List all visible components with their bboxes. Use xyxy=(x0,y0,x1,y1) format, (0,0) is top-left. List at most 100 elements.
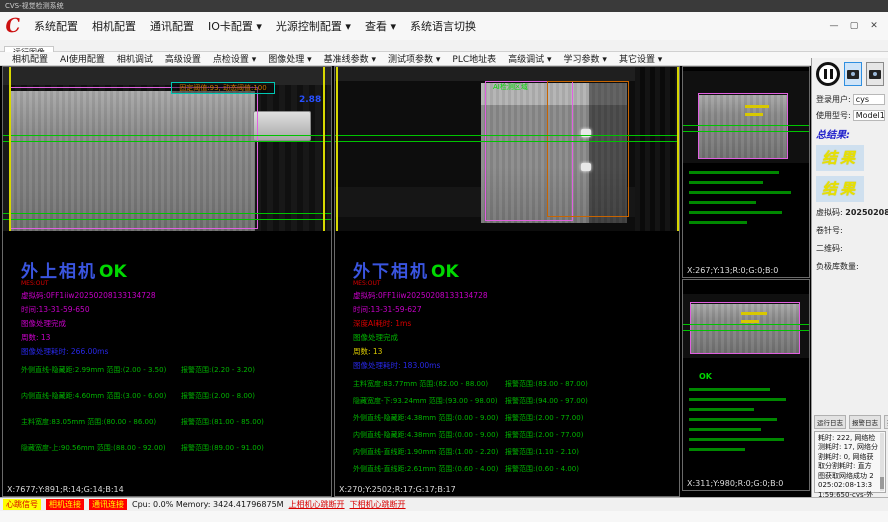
neg-count-row: 负极库数量: xyxy=(816,261,885,272)
roi-rect-pink xyxy=(10,87,258,229)
measurement-row: 外侧直线-隐藏距:2.99mm 范围:(2.00 - 3.50)报警范围:(2.… xyxy=(21,365,331,375)
roi-rect-orange xyxy=(547,81,629,217)
virtual-code-row: 虚拟码: 20250208 xyxy=(816,207,885,218)
menu-camera-config[interactable]: 相机配置 xyxy=(85,15,143,37)
camera-image-lower[interactable]: AI检测区域 xyxy=(335,67,679,231)
measurement-row: 隐藏宽度-下:93.24mm 范围:(93.00 - 98.00)报警范围:(9… xyxy=(353,396,679,406)
model-row: 使用型号: Model1 xyxy=(816,110,885,121)
threshold-overlay: 固定阈值:93, 动态阈值:100 xyxy=(171,82,275,94)
camera-title: 外下相机OK xyxy=(353,257,679,282)
measurement-row: 隐藏宽度-上:90.56mm 范围:(88.00 - 92.00)报警范围:(8… xyxy=(21,443,331,453)
status-ok: OK xyxy=(99,262,127,282)
tool-image-process[interactable]: 图像处理 ▾ xyxy=(262,52,317,65)
camera-icon xyxy=(869,70,881,79)
tab-alarm-log[interactable]: 报警日志 xyxy=(849,415,881,429)
right-sidebar: 登录用户: cys 使用型号: Model1 总结果: 结果 结果 虚拟码: 2… xyxy=(811,58,888,497)
tool-test-params[interactable]: 测试项参数 ▾ xyxy=(382,52,446,65)
menu-io-config[interactable]: IO卡配置 ▾ xyxy=(201,15,269,37)
result-block-upper: 外上相机OK MES:OUT 虚拟码:0FF1iiw20250208133134… xyxy=(3,231,331,469)
login-user-input[interactable]: cys xyxy=(853,94,885,105)
tool-plc-table[interactable]: PLC地址表 xyxy=(446,52,502,65)
camera-view-upper[interactable]: 固定阈值:93, 动态阈值:100 2.88 外上相机OK MES:OUT 虚拟… xyxy=(2,66,332,497)
camera-title: 外上相机OK xyxy=(21,257,331,282)
measurement-row: 内侧直线-隐藏距:4.60mm 范围:(3.00 - 6.00)报警范围:(2.… xyxy=(21,391,331,401)
camera-image-upper[interactable]: 固定阈值:93, 动态阈值:100 2.88 xyxy=(3,67,331,231)
app-window: CVS-视觉检测系统 C 系统配置 相机配置 通讯配置 IO卡配置 ▾ 光源控制… xyxy=(0,0,888,522)
upper-camera-heartbeat-link[interactable]: 上相机心跳断开 xyxy=(289,499,345,510)
pixel-coords-readout: X:311;Y:980;R:0;G:0;B:0 xyxy=(687,479,783,488)
count-line: 周数: 13 xyxy=(21,332,331,343)
camera-thumb-top[interactable]: X:267;Y:13;R:0;G:0;B:0 xyxy=(682,66,810,278)
menu-bar: C 系统配置 相机配置 通讯配置 IO卡配置 ▾ 光源控制配置 ▾ 查看 ▾ 系… xyxy=(0,12,888,40)
tool-ai-config[interactable]: AI使用配置 xyxy=(54,52,111,65)
status-bar: 心跳信号 相机连接 通讯连接 Cpu: 0.0% Memory: 3424.41… xyxy=(0,497,888,511)
tool-learn-params[interactable]: 学习参数 ▾ xyxy=(558,52,613,65)
measurement-row: 外侧直线-直线距:2.61mm 范围:(0.60 - 4.00)报警范围:(0.… xyxy=(353,464,679,474)
measurement-list: 外侧直线-隐藏距:2.99mm 范围:(2.00 - 3.50)报警范围:(2.… xyxy=(21,365,331,453)
camera-connect-badge: 相机连接 xyxy=(46,499,84,510)
thumb-ok-status: OK xyxy=(699,372,712,381)
camera-icon xyxy=(847,70,859,79)
window-controls: — ▢ ✕ xyxy=(824,18,884,34)
virtual-code-value: 20250208 xyxy=(845,208,888,217)
measurement-list: 主料宽度:83.77mm 范围:(82.00 - 88.00)报警范围:(83.… xyxy=(353,379,679,474)
barcode-line: 虚拟码:0FF1iiw20250208133134728 xyxy=(353,290,679,301)
window-title: CVS-视觉检测系统 xyxy=(5,2,64,10)
ai-time-line: 深度AI耗时: 1ms xyxy=(353,318,679,329)
tab-run-log[interactable]: 运行日志 xyxy=(814,415,846,429)
count-line: 周数: 13 xyxy=(353,346,679,357)
tool-baseline-params[interactable]: 基准线参数 ▾ xyxy=(318,52,382,65)
app-logo-icon: C xyxy=(2,14,24,38)
comm-connect-badge: 通讯连接 xyxy=(89,499,127,510)
log-section: 运行日志 报警日志 操作日志 耗时: 222, 网络检测耗时: 17, 网络分割… xyxy=(814,415,886,493)
tool-advanced-settings[interactable]: 高级设置 xyxy=(159,52,207,65)
main-area: 固定阈值:93, 动态阈值:100 2.88 外上相机OK MES:OUT 虚拟… xyxy=(0,66,888,497)
tool-other-settings[interactable]: 其它设置 ▾ xyxy=(613,52,668,65)
measurement-row: 主料宽度:83.77mm 范围:(82.00 - 88.00)报警范围:(83.… xyxy=(353,379,679,389)
tab-op-log[interactable]: 操作日志 xyxy=(884,415,888,429)
camera-thumb-bottom[interactable]: OK X:311;Y:980;R:0;G:0;B:0 xyxy=(682,279,810,491)
pixel-coords-readout: X:270;Y:2502;R:17;G:17;B:17 xyxy=(339,485,456,494)
menu-language[interactable]: 系统语言切换 xyxy=(403,15,483,37)
menu-light-config[interactable]: 光源控制配置 ▾ xyxy=(269,15,358,37)
connector-part xyxy=(253,111,311,141)
heartbeat-badge: 心跳信号 xyxy=(3,499,41,510)
measure-value-overlay: 2.88 xyxy=(299,95,321,105)
tiny-text-lines xyxy=(689,171,805,231)
result-block-lower: 外下相机OK MES:OUT 虚拟码:0FF1iiw20250208133134… xyxy=(335,231,679,481)
maximize-icon[interactable]: ▢ xyxy=(844,18,864,34)
tool-advanced-debug[interactable]: 高级调试 ▾ xyxy=(502,52,557,65)
log-scrollbar[interactable] xyxy=(880,433,884,491)
model-input[interactable]: Model1 xyxy=(853,110,885,121)
measurement-row: 内侧直线-直线距:1.90mm 范围:(1.00 - 2.20)报警范围:(1.… xyxy=(353,447,679,457)
camera-select-button-2[interactable] xyxy=(866,62,884,86)
camera-view-lower[interactable]: AI检测区域 外下相机OK MES:OUT 虚拟码:0FF1iiw2025020… xyxy=(334,66,680,497)
thumb-image xyxy=(683,294,809,358)
status-ok: OK xyxy=(431,262,459,282)
pixel-coords-readout: X:7677;Y:891;R:14;G:14;B:14 xyxy=(7,485,124,494)
pause-button[interactable] xyxy=(816,62,840,86)
tool-camera-debug[interactable]: 相机调试 xyxy=(111,52,159,65)
tool-camera-config[interactable]: 相机配置 xyxy=(6,52,54,65)
needle-row: 卷针号: xyxy=(816,225,885,236)
pixel-coords-readout: X:267;Y:13;R:0;G:0;B:0 xyxy=(687,266,778,275)
minimize-icon[interactable]: — xyxy=(824,18,844,34)
measurement-row: 外侧直线-隐藏距:4.38mm 范围:(0.00 - 9.00)报警范围:(2.… xyxy=(353,413,679,423)
tool-spot-check[interactable]: 点检设置 ▾ xyxy=(207,52,262,65)
window-titlebar: CVS-视觉检测系统 xyxy=(0,0,888,12)
close-icon[interactable]: ✕ xyxy=(864,18,884,34)
elapsed-line: 图像处理耗时: 183.00ms xyxy=(353,360,679,371)
menu-system-config[interactable]: 系统配置 xyxy=(27,15,85,37)
done-line: 图像处理完成 xyxy=(353,332,679,343)
camera-select-button-1[interactable] xyxy=(844,62,862,86)
menu-view[interactable]: 查看 ▾ xyxy=(358,15,403,37)
lower-camera-heartbeat-link[interactable]: 下相机心跳断开 xyxy=(350,499,406,510)
sidebar-buttons xyxy=(816,62,885,86)
login-user-row: 登录用户: cys xyxy=(816,94,885,105)
done-line: 图像处理完成 xyxy=(21,318,331,329)
toolbar: 相机配置 AI使用配置 相机调试 高级设置 点检设置 ▾ 图像处理 ▾ 基准线参… xyxy=(0,52,888,66)
log-box[interactable]: 耗时: 222, 网络检测耗时: 17, 网络分割耗时: 0, 网络获取分割耗时… xyxy=(814,431,886,493)
result-box-1: 结果 xyxy=(816,145,864,171)
time-line: 时间:13-31-59-650 xyxy=(21,304,331,315)
menu-comm-config[interactable]: 通讯配置 xyxy=(143,15,201,37)
